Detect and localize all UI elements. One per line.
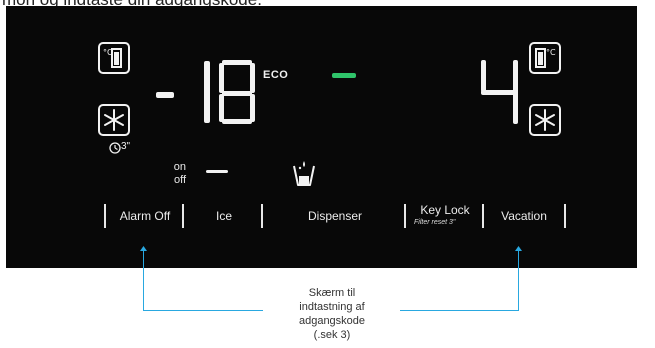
- callout-line-3: adgangskode: [298, 315, 366, 327]
- callout-text: Skærm til indtastning af adgangskode (.s…: [267, 286, 397, 342]
- divider: [482, 204, 484, 228]
- timer-indicator: 3": [108, 140, 142, 156]
- arrow-up-icon: [140, 246, 147, 251]
- ice-indicator-bar: [206, 170, 228, 173]
- key-lock-button[interactable]: Key Lock Filter reset 3": [408, 203, 482, 231]
- divider: [564, 204, 566, 228]
- divider: [104, 204, 106, 228]
- freezer-temp-button[interactable]: °C: [98, 42, 130, 74]
- callout-line-right-vertical: [518, 249, 519, 311]
- super-freeze-button[interactable]: [98, 104, 130, 136]
- eco-label: ECO: [263, 69, 289, 81]
- divider: [404, 204, 406, 228]
- freezer-icon: °C: [103, 48, 122, 68]
- minus-sign: [156, 92, 174, 98]
- digit-1: [204, 61, 210, 123]
- callout-line-4: (.sek 3): [313, 329, 351, 341]
- divider: [182, 204, 184, 228]
- fridge-icon: °C: [535, 48, 556, 68]
- timer-icon: [109, 142, 121, 154]
- control-panel: °C 3" ECO °C on off Alarm Off Ice Dispen…: [6, 6, 637, 268]
- fridge-temp-button[interactable]: °C: [529, 42, 561, 74]
- filter-reset-label: Filter reset 3": [414, 219, 456, 226]
- super-cool-button[interactable]: [529, 104, 561, 136]
- divider: [261, 204, 263, 228]
- svg-text:°C: °C: [546, 48, 556, 57]
- key-lock-label: Key Lock: [420, 203, 470, 217]
- off-label: off: [173, 174, 186, 186]
- ice-button[interactable]: Ice: [186, 209, 262, 223]
- timer-label: 3": [121, 141, 131, 152]
- callout-line-2: indtastning af: [299, 301, 365, 313]
- vacation-button[interactable]: Vacation: [486, 209, 562, 223]
- callout-line-left-horizontal: [143, 310, 263, 311]
- dispenser-button[interactable]: Dispenser: [266, 209, 404, 223]
- alarm-off-button[interactable]: Alarm Off: [108, 209, 182, 223]
- callout-line-1: Skærm til: [308, 287, 356, 299]
- water-glass-icon: [293, 161, 315, 186]
- eco-indicator: [332, 73, 356, 78]
- callout-line-right-horizontal: [400, 310, 519, 311]
- on-off-labels: on off: [156, 161, 186, 187]
- arrow-up-icon: [515, 246, 522, 251]
- on-label: on: [173, 161, 186, 173]
- callout-line-left-vertical: [143, 249, 144, 311]
- snowflake-icon: [535, 109, 555, 131]
- snowflake-icon: [104, 109, 124, 131]
